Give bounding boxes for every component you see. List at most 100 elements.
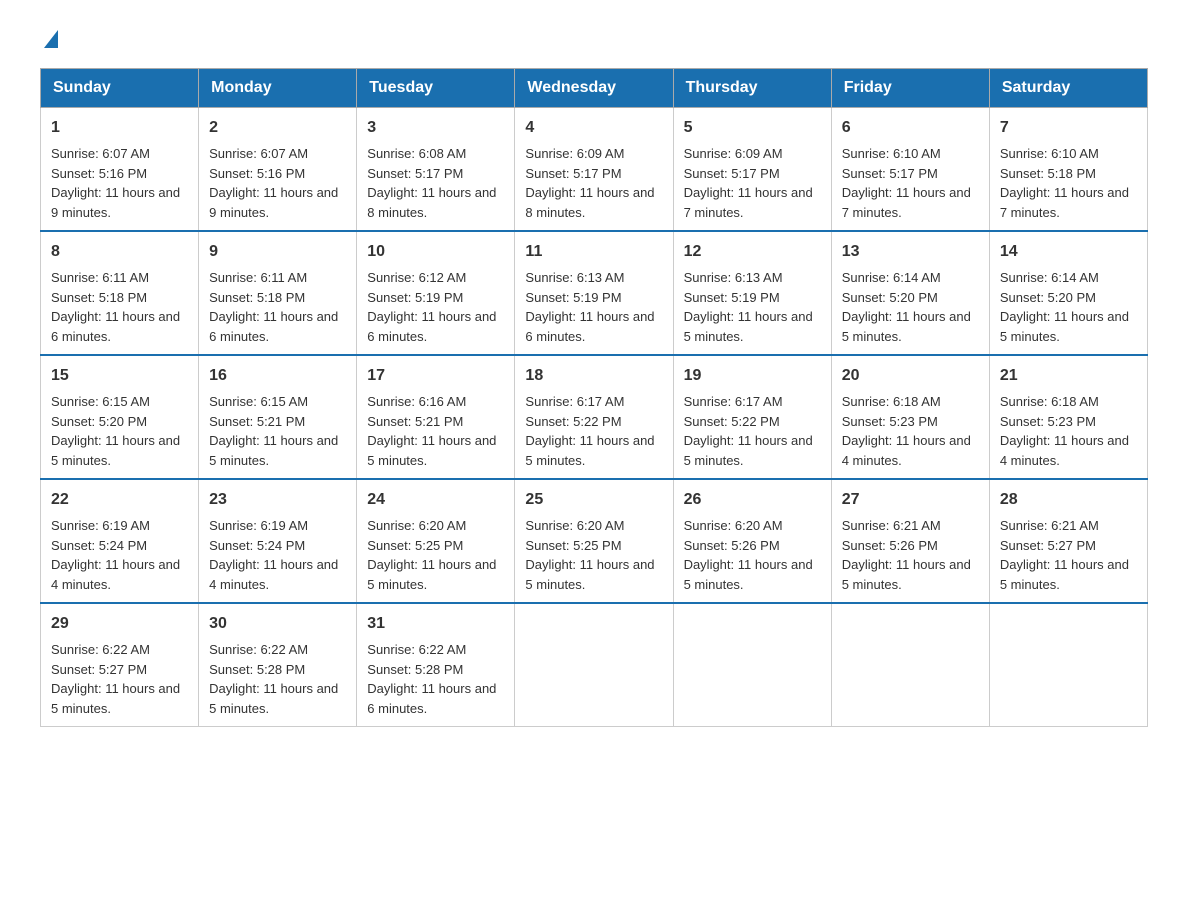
day-sunset: Sunset: 5:17 PM bbox=[367, 166, 463, 181]
day-number: 15 bbox=[51, 364, 188, 388]
calendar-cell: 18 Sunrise: 6:17 AM Sunset: 5:22 PM Dayl… bbox=[515, 355, 673, 479]
day-daylight: Daylight: 11 hours and 6 minutes. bbox=[209, 309, 338, 344]
day-sunset: Sunset: 5:17 PM bbox=[684, 166, 780, 181]
day-sunset: Sunset: 5:25 PM bbox=[367, 538, 463, 553]
day-daylight: Daylight: 11 hours and 8 minutes. bbox=[525, 185, 654, 220]
day-sunrise: Sunrise: 6:15 AM bbox=[209, 394, 308, 409]
day-number: 20 bbox=[842, 364, 979, 388]
day-sunset: Sunset: 5:20 PM bbox=[51, 414, 147, 429]
day-sunset: Sunset: 5:24 PM bbox=[51, 538, 147, 553]
day-sunrise: Sunrise: 6:13 AM bbox=[525, 270, 624, 285]
day-number: 18 bbox=[525, 364, 662, 388]
day-sunset: Sunset: 5:23 PM bbox=[842, 414, 938, 429]
calendar-cell: 12 Sunrise: 6:13 AM Sunset: 5:19 PM Dayl… bbox=[673, 231, 831, 355]
day-sunrise: Sunrise: 6:07 AM bbox=[51, 146, 150, 161]
calendar-cell: 10 Sunrise: 6:12 AM Sunset: 5:19 PM Dayl… bbox=[357, 231, 515, 355]
day-sunset: Sunset: 5:23 PM bbox=[1000, 414, 1096, 429]
day-daylight: Daylight: 11 hours and 5 minutes. bbox=[842, 309, 971, 344]
day-daylight: Daylight: 11 hours and 5 minutes. bbox=[684, 433, 813, 468]
calendar-cell bbox=[515, 603, 673, 727]
day-sunset: Sunset: 5:24 PM bbox=[209, 538, 305, 553]
day-sunrise: Sunrise: 6:09 AM bbox=[525, 146, 624, 161]
col-header-wednesday: Wednesday bbox=[515, 69, 673, 108]
day-number: 11 bbox=[525, 240, 662, 264]
day-sunrise: Sunrise: 6:21 AM bbox=[842, 518, 941, 533]
day-sunset: Sunset: 5:27 PM bbox=[51, 662, 147, 677]
day-number: 24 bbox=[367, 488, 504, 512]
day-daylight: Daylight: 11 hours and 5 minutes. bbox=[209, 681, 338, 716]
calendar-cell: 25 Sunrise: 6:20 AM Sunset: 5:25 PM Dayl… bbox=[515, 479, 673, 603]
calendar-cell: 17 Sunrise: 6:16 AM Sunset: 5:21 PM Dayl… bbox=[357, 355, 515, 479]
day-number: 14 bbox=[1000, 240, 1137, 264]
calendar-cell: 2 Sunrise: 6:07 AM Sunset: 5:16 PM Dayli… bbox=[199, 108, 357, 232]
day-number: 5 bbox=[684, 116, 821, 140]
day-daylight: Daylight: 11 hours and 9 minutes. bbox=[209, 185, 338, 220]
day-daylight: Daylight: 11 hours and 4 minutes. bbox=[1000, 433, 1129, 468]
day-number: 16 bbox=[209, 364, 346, 388]
day-daylight: Daylight: 11 hours and 5 minutes. bbox=[684, 557, 813, 592]
day-daylight: Daylight: 11 hours and 5 minutes. bbox=[209, 433, 338, 468]
day-daylight: Daylight: 11 hours and 5 minutes. bbox=[525, 557, 654, 592]
day-sunrise: Sunrise: 6:14 AM bbox=[842, 270, 941, 285]
calendar-cell: 31 Sunrise: 6:22 AM Sunset: 5:28 PM Dayl… bbox=[357, 603, 515, 727]
day-sunset: Sunset: 5:18 PM bbox=[51, 290, 147, 305]
day-sunset: Sunset: 5:18 PM bbox=[1000, 166, 1096, 181]
day-number: 28 bbox=[1000, 488, 1137, 512]
day-daylight: Daylight: 11 hours and 7 minutes. bbox=[684, 185, 813, 220]
col-header-thursday: Thursday bbox=[673, 69, 831, 108]
day-daylight: Daylight: 11 hours and 8 minutes. bbox=[367, 185, 496, 220]
day-sunrise: Sunrise: 6:14 AM bbox=[1000, 270, 1099, 285]
day-number: 1 bbox=[51, 116, 188, 140]
day-sunset: Sunset: 5:19 PM bbox=[367, 290, 463, 305]
day-daylight: Daylight: 11 hours and 5 minutes. bbox=[842, 557, 971, 592]
day-daylight: Daylight: 11 hours and 7 minutes. bbox=[842, 185, 971, 220]
day-number: 27 bbox=[842, 488, 979, 512]
day-sunrise: Sunrise: 6:13 AM bbox=[684, 270, 783, 285]
day-sunset: Sunset: 5:16 PM bbox=[51, 166, 147, 181]
col-header-sunday: Sunday bbox=[41, 69, 199, 108]
day-sunset: Sunset: 5:22 PM bbox=[525, 414, 621, 429]
day-sunset: Sunset: 5:27 PM bbox=[1000, 538, 1096, 553]
day-number: 4 bbox=[525, 116, 662, 140]
col-header-saturday: Saturday bbox=[989, 69, 1147, 108]
day-sunset: Sunset: 5:17 PM bbox=[842, 166, 938, 181]
day-sunset: Sunset: 5:22 PM bbox=[684, 414, 780, 429]
calendar-cell: 4 Sunrise: 6:09 AM Sunset: 5:17 PM Dayli… bbox=[515, 108, 673, 232]
calendar-cell: 6 Sunrise: 6:10 AM Sunset: 5:17 PM Dayli… bbox=[831, 108, 989, 232]
day-number: 13 bbox=[842, 240, 979, 264]
day-sunrise: Sunrise: 6:21 AM bbox=[1000, 518, 1099, 533]
calendar-cell bbox=[673, 603, 831, 727]
calendar-cell: 23 Sunrise: 6:19 AM Sunset: 5:24 PM Dayl… bbox=[199, 479, 357, 603]
day-sunrise: Sunrise: 6:22 AM bbox=[367, 642, 466, 657]
day-sunrise: Sunrise: 6:12 AM bbox=[367, 270, 466, 285]
day-daylight: Daylight: 11 hours and 5 minutes. bbox=[1000, 309, 1129, 344]
calendar-cell: 28 Sunrise: 6:21 AM Sunset: 5:27 PM Dayl… bbox=[989, 479, 1147, 603]
day-sunset: Sunset: 5:25 PM bbox=[525, 538, 621, 553]
day-sunrise: Sunrise: 6:17 AM bbox=[525, 394, 624, 409]
calendar-cell: 1 Sunrise: 6:07 AM Sunset: 5:16 PM Dayli… bbox=[41, 108, 199, 232]
day-number: 19 bbox=[684, 364, 821, 388]
day-sunrise: Sunrise: 6:11 AM bbox=[51, 270, 149, 285]
day-daylight: Daylight: 11 hours and 6 minutes. bbox=[367, 681, 496, 716]
calendar-cell: 29 Sunrise: 6:22 AM Sunset: 5:27 PM Dayl… bbox=[41, 603, 199, 727]
day-number: 3 bbox=[367, 116, 504, 140]
day-sunrise: Sunrise: 6:22 AM bbox=[51, 642, 150, 657]
day-daylight: Daylight: 11 hours and 5 minutes. bbox=[51, 681, 180, 716]
day-sunset: Sunset: 5:26 PM bbox=[842, 538, 938, 553]
calendar-cell: 21 Sunrise: 6:18 AM Sunset: 5:23 PM Dayl… bbox=[989, 355, 1147, 479]
day-sunset: Sunset: 5:19 PM bbox=[525, 290, 621, 305]
day-number: 6 bbox=[842, 116, 979, 140]
day-daylight: Daylight: 11 hours and 4 minutes. bbox=[209, 557, 338, 592]
day-sunrise: Sunrise: 6:09 AM bbox=[684, 146, 783, 161]
day-sunrise: Sunrise: 6:15 AM bbox=[51, 394, 150, 409]
calendar-cell: 3 Sunrise: 6:08 AM Sunset: 5:17 PM Dayli… bbox=[357, 108, 515, 232]
logo-triangle-icon bbox=[44, 30, 58, 48]
calendar-cell bbox=[831, 603, 989, 727]
calendar-cell: 19 Sunrise: 6:17 AM Sunset: 5:22 PM Dayl… bbox=[673, 355, 831, 479]
calendar-cell: 7 Sunrise: 6:10 AM Sunset: 5:18 PM Dayli… bbox=[989, 108, 1147, 232]
day-number: 25 bbox=[525, 488, 662, 512]
calendar-cell: 9 Sunrise: 6:11 AM Sunset: 5:18 PM Dayli… bbox=[199, 231, 357, 355]
calendar-cell: 26 Sunrise: 6:20 AM Sunset: 5:26 PM Dayl… bbox=[673, 479, 831, 603]
day-sunset: Sunset: 5:18 PM bbox=[209, 290, 305, 305]
calendar-table: SundayMondayTuesdayWednesdayThursdayFrid… bbox=[40, 68, 1148, 727]
